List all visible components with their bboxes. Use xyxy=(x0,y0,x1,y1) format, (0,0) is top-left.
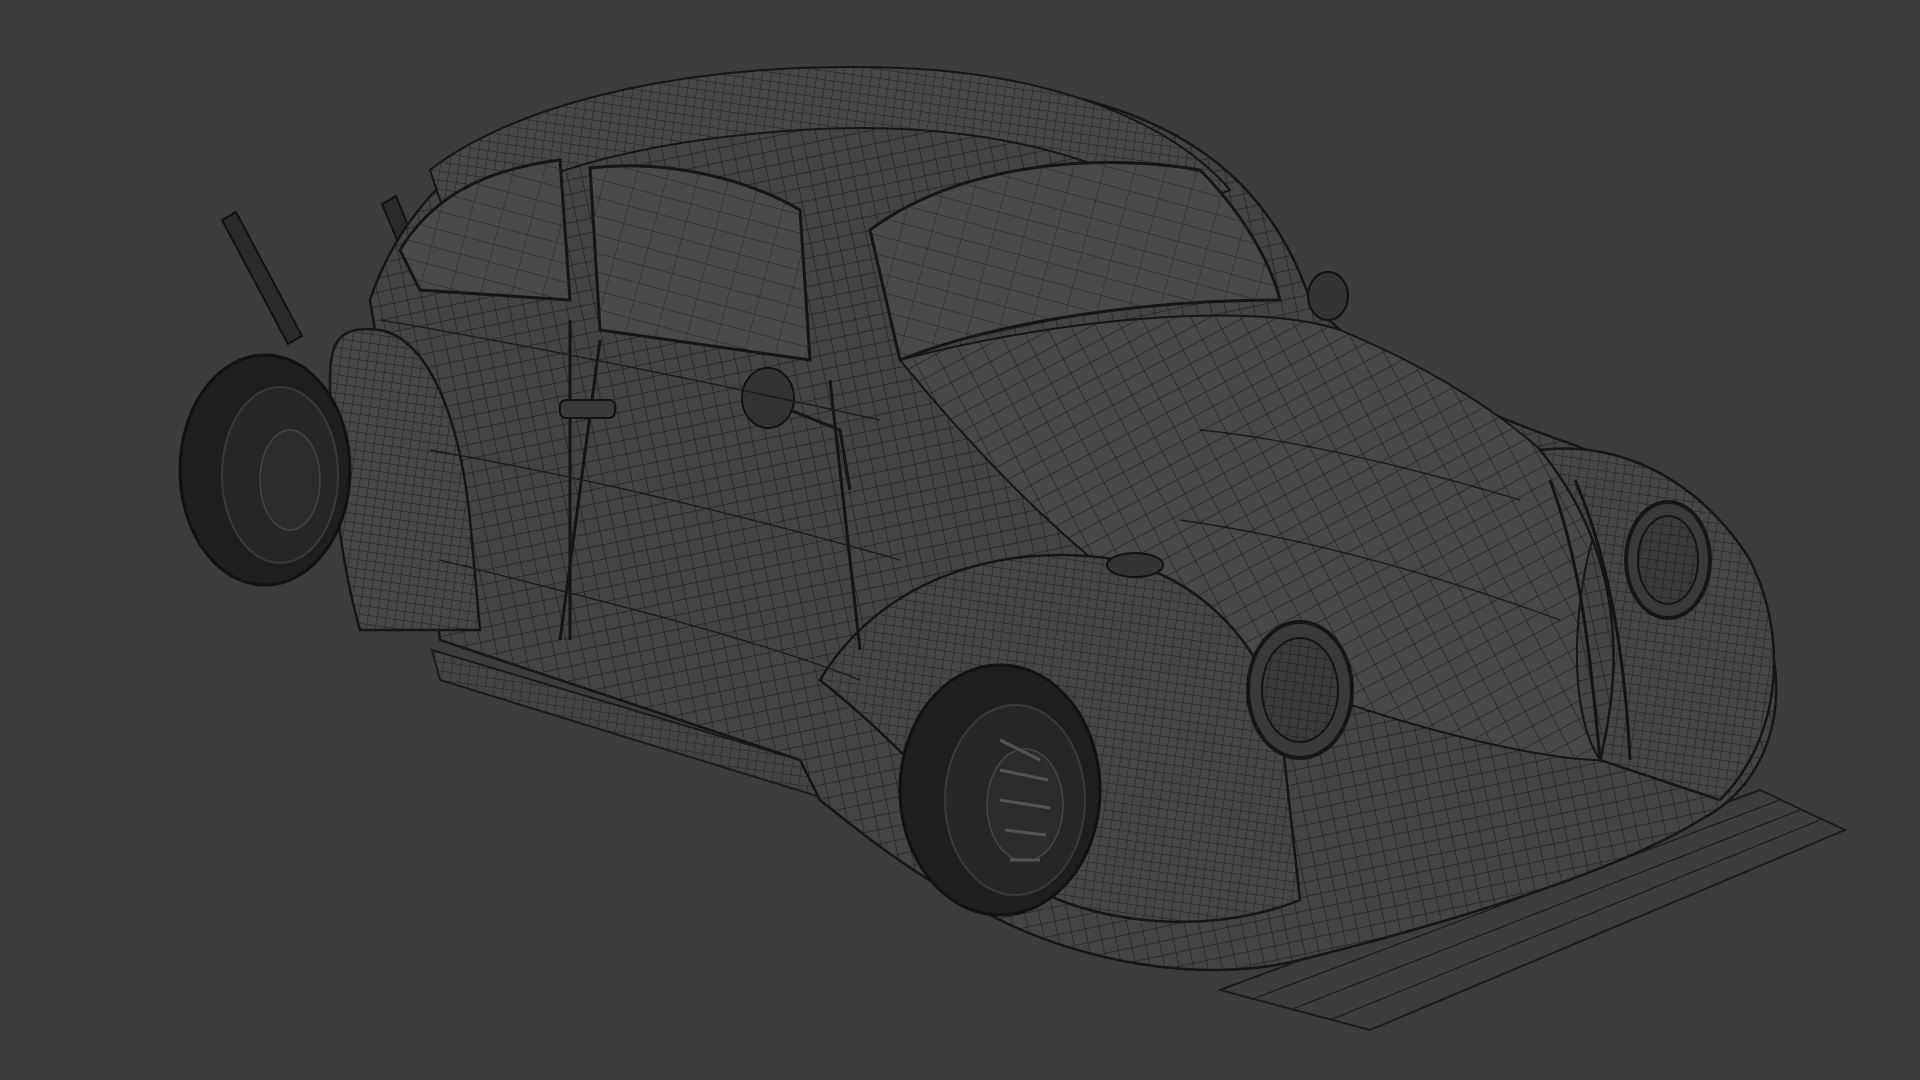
front-wheel xyxy=(898,663,1102,917)
3d-viewport[interactable] xyxy=(0,0,1920,1080)
turn-signal xyxy=(1106,552,1164,578)
viewport-canvas[interactable] xyxy=(0,0,1920,1080)
rear-wheel xyxy=(178,353,352,587)
door-handle xyxy=(559,399,616,419)
